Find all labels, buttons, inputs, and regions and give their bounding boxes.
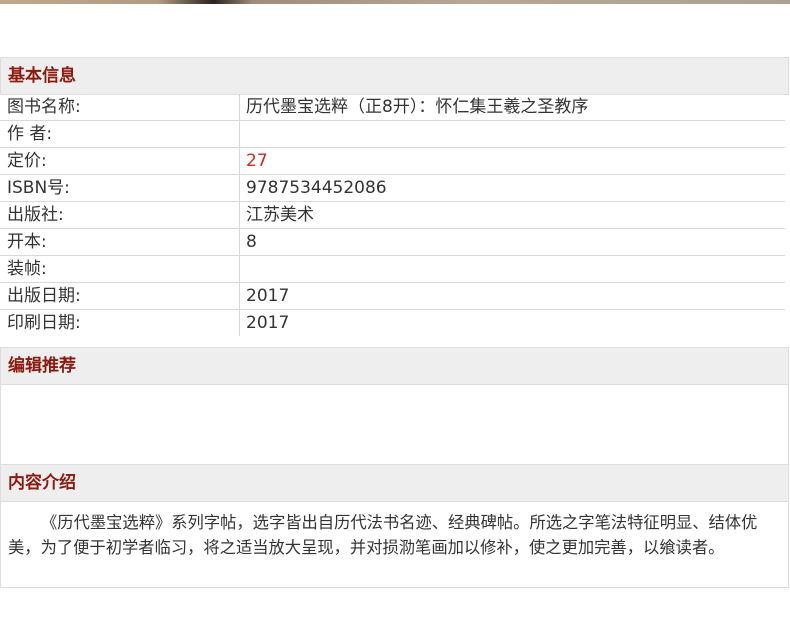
basic-info-section: 基本信息: [0, 57, 789, 95]
editor-recommendation-section: 编辑推荐: [0, 347, 789, 385]
column-divider: [239, 310, 240, 336]
content-intro-title: 内容介绍: [1, 465, 788, 502]
info-value-print-date: 2017: [246, 313, 290, 333]
column-divider: [239, 94, 240, 120]
info-row-author: 作 者:: [0, 121, 790, 148]
info-row-publisher: 出版社: 江苏美术: [0, 202, 790, 229]
info-row-isbn: ISBN号: 9787534452086: [0, 175, 790, 202]
content-intro-section: 内容介绍: [0, 464, 789, 502]
column-divider: [239, 148, 240, 174]
column-divider: [239, 229, 240, 255]
info-label-publisher: 出版社:: [7, 205, 64, 225]
info-value-author: [246, 121, 781, 147]
info-value-format: 8: [246, 232, 257, 252]
editor-recommendation-title: 编辑推荐: [1, 348, 788, 385]
basic-info-title: 基本信息: [1, 58, 788, 95]
info-label-isbn: ISBN号:: [7, 178, 70, 198]
info-label-publish-date: 出版日期:: [7, 286, 81, 306]
info-row-title: 图书名称: 历代墨宝选粹（正8开）：怀仁集王羲之圣教序: [0, 94, 790, 121]
info-label-title: 图书名称:: [7, 97, 81, 117]
editor-recommendation-body: [0, 385, 789, 464]
column-divider: [239, 175, 240, 201]
info-row-price: 定价: 27: [0, 148, 790, 175]
info-row-print-date: 印刷日期: 2017: [0, 310, 790, 337]
info-value-publisher: 江苏美术: [246, 205, 314, 225]
info-label-author: 作 者:: [7, 124, 53, 144]
content-intro-text: 《历代墨宝选粹》系列字帖，选字皆出自历代法书名迹、经典碑帖。所选之字笔法特征明显…: [0, 502, 789, 588]
info-row-binding: 装帧:: [0, 256, 790, 283]
info-label-format: 开本:: [7, 232, 47, 252]
column-divider: [239, 256, 240, 282]
info-label-price: 定价:: [7, 151, 47, 171]
info-row-publish-date: 出版日期: 2017: [0, 283, 790, 310]
info-label-binding: 装帧:: [7, 259, 47, 279]
info-label-print-date: 印刷日期:: [7, 313, 81, 333]
info-value-price: 27: [246, 151, 268, 171]
top-banner-image: [0, 0, 790, 4]
info-value-binding: [246, 256, 781, 282]
column-divider: [239, 121, 240, 147]
column-divider: [239, 202, 240, 228]
info-row-format: 开本: 8: [0, 229, 790, 256]
info-value-publish-date: 2017: [246, 286, 290, 306]
info-value-title: 历代墨宝选粹（正8开）：怀仁集王羲之圣教序: [246, 97, 589, 117]
column-divider: [239, 283, 240, 309]
info-value-isbn: 9787534452086: [246, 178, 387, 198]
